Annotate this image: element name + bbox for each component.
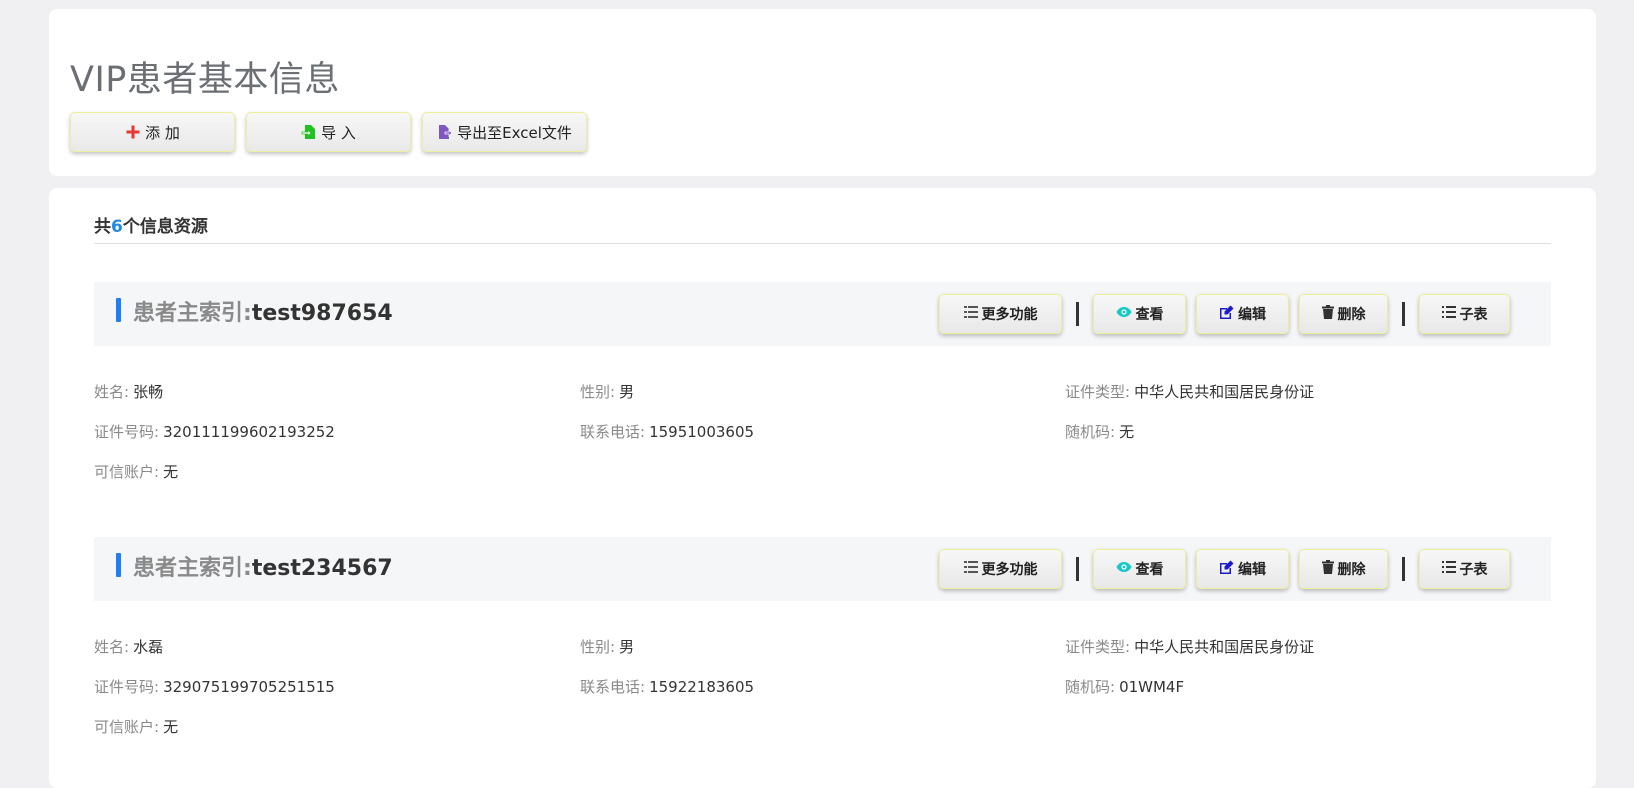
list-icon — [963, 561, 978, 577]
name-field: 姓名: 水磊 — [94, 638, 164, 656]
record-header: 患者主索引:test234567 更多功能 查看 编辑 删除 子表 — [94, 537, 1551, 601]
id-type-field: 证件类型: 中华人民共和国居民身份证 — [1065, 383, 1315, 401]
random-code-field: 随机码: 01WM4F — [1065, 678, 1185, 696]
subtable-button[interactable]: 子表 — [1419, 294, 1510, 334]
delete-button[interactable]: 删除 — [1299, 294, 1388, 334]
trash-icon — [1321, 305, 1334, 323]
record-actions: 更多功能 查看 编辑 删除 子表 — [929, 549, 1510, 589]
export-button[interactable]: 导出至Excel文件 — [422, 112, 587, 152]
header-card: VIP患者基本信息 添 加 导 入 导出至Excel文件 — [49, 9, 1596, 176]
edit-button[interactable]: 编辑 — [1196, 549, 1289, 589]
file-export-icon — [437, 124, 453, 140]
accent-bar — [116, 298, 121, 322]
random-code-field: 随机码: 无 — [1065, 423, 1135, 441]
add-button-label: 添 加 — [145, 123, 180, 142]
record-title: 患者主索引:test987654 — [133, 301, 393, 326]
subtable-button[interactable]: 子表 — [1419, 549, 1510, 589]
plus-icon — [125, 124, 141, 140]
eye-icon — [1116, 561, 1132, 577]
trash-icon — [1321, 560, 1334, 578]
more-functions-button[interactable]: 更多功能 — [939, 294, 1062, 334]
record-card: 患者主索引:test234567 更多功能 查看 编辑 删除 子表 姓名: 水磊… — [94, 537, 1551, 736]
file-import-icon — [301, 124, 317, 140]
export-button-label: 导出至Excel文件 — [457, 123, 572, 142]
separator — [1076, 302, 1079, 326]
record-header: 患者主索引:test987654 更多功能 查看 编辑 删除 子表 — [94, 282, 1551, 346]
name-field: 姓名: 张畅 — [94, 383, 164, 401]
record-actions: 更多功能 查看 编辑 删除 子表 — [929, 294, 1510, 334]
eye-icon — [1116, 306, 1132, 322]
import-button-label: 导 入 — [321, 123, 356, 142]
separator — [1076, 557, 1079, 581]
import-button[interactable]: 导 入 — [246, 112, 411, 152]
trusted-account-field: 可信账户: 无 — [94, 463, 179, 481]
phone-field: 联系电话: 15922183605 — [580, 678, 755, 696]
divider — [94, 243, 1551, 244]
separator — [1402, 302, 1405, 326]
gender-field: 性别: 男 — [580, 383, 635, 401]
edit-button[interactable]: 编辑 — [1196, 294, 1289, 334]
edit-icon — [1219, 560, 1234, 579]
list-ol-icon — [1441, 561, 1456, 577]
record-title: 患者主索引:test234567 — [133, 556, 393, 581]
edit-icon — [1219, 305, 1234, 324]
view-button[interactable]: 查看 — [1093, 549, 1186, 589]
toolbar: 添 加 导 入 导出至Excel文件 — [70, 112, 587, 152]
id-number-field: 证件号码: 320111199602193252 — [94, 423, 335, 441]
add-button[interactable]: 添 加 — [70, 112, 235, 152]
separator — [1402, 557, 1405, 581]
delete-button[interactable]: 删除 — [1299, 549, 1388, 589]
view-button[interactable]: 查看 — [1093, 294, 1186, 334]
more-functions-button[interactable]: 更多功能 — [939, 549, 1062, 589]
list-ol-icon — [1441, 306, 1456, 322]
record-card: 患者主索引:test987654 更多功能 查看 编辑 删除 子表 姓名: 张畅… — [94, 282, 1551, 481]
phone-field: 联系电话: 15951003605 — [580, 423, 755, 441]
id-number-field: 证件号码: 329075199705251515 — [94, 678, 335, 696]
id-type-field: 证件类型: 中华人民共和国居民身份证 — [1065, 638, 1315, 656]
gender-field: 性别: 男 — [580, 638, 635, 656]
accent-bar — [116, 553, 121, 577]
results-card: 共6个信息资源 患者主索引:test987654 更多功能 查看 编辑 删除 子… — [49, 188, 1596, 788]
trusted-account-field: 可信账户: 无 — [94, 718, 179, 736]
list-icon — [963, 306, 978, 322]
result-count: 共6个信息资源 — [94, 217, 208, 237]
count-number: 6 — [111, 217, 123, 237]
page-title: VIP患者基本信息 — [70, 60, 340, 100]
